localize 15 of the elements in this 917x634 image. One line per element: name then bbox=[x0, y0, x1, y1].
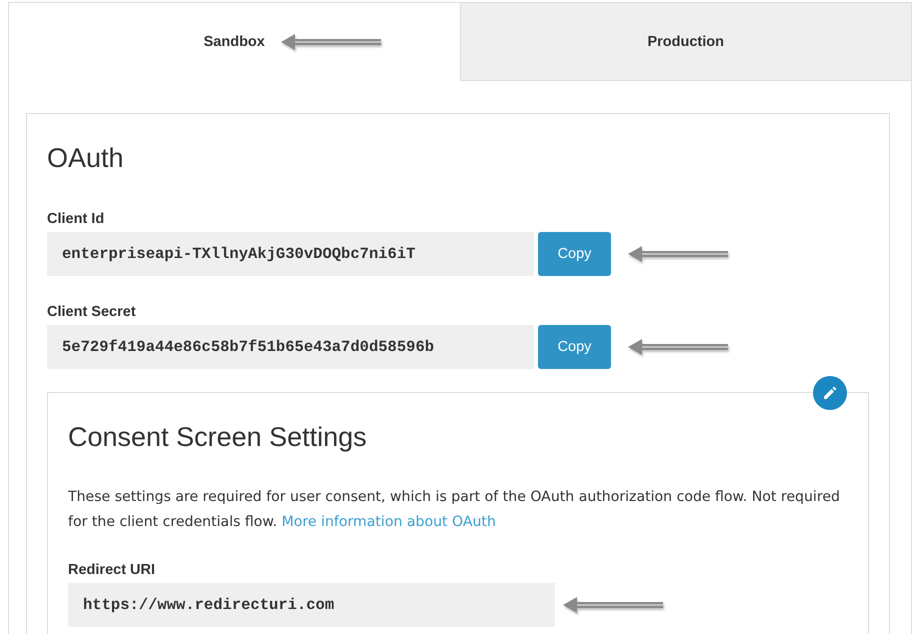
edit-button[interactable] bbox=[813, 376, 847, 410]
tab[interactable]: Production bbox=[460, 3, 911, 81]
field-label: Client Id bbox=[47, 210, 106, 228]
field-label: Client Secret bbox=[47, 303, 137, 321]
value-field: enterpriseapi-TXllnyAkjG30vDOQbc7ni6iT bbox=[47, 232, 534, 276]
more-info-link[interactable]: More information about OAuth bbox=[282, 514, 496, 530]
section-title: Consent Screen Settings bbox=[68, 421, 368, 453]
field-label: Redirect URI bbox=[68, 561, 156, 579]
pencil-icon bbox=[823, 386, 837, 400]
value-field: https://www.redirecturi.com bbox=[68, 583, 555, 627]
copy-button[interactable]: Copy bbox=[538, 232, 611, 276]
description-text: These settings are required for user consent, which is part of the OAuth authorization code flow. Not required for the client credentials flow. More information about OAuth bbox=[68, 488, 841, 532]
section-title: OAuth bbox=[47, 142, 125, 174]
copy-button[interactable]: Copy bbox=[538, 325, 611, 369]
value-field: 5e729f419a44e86c58b7f51b65e43a7d0d58596b bbox=[47, 325, 534, 369]
